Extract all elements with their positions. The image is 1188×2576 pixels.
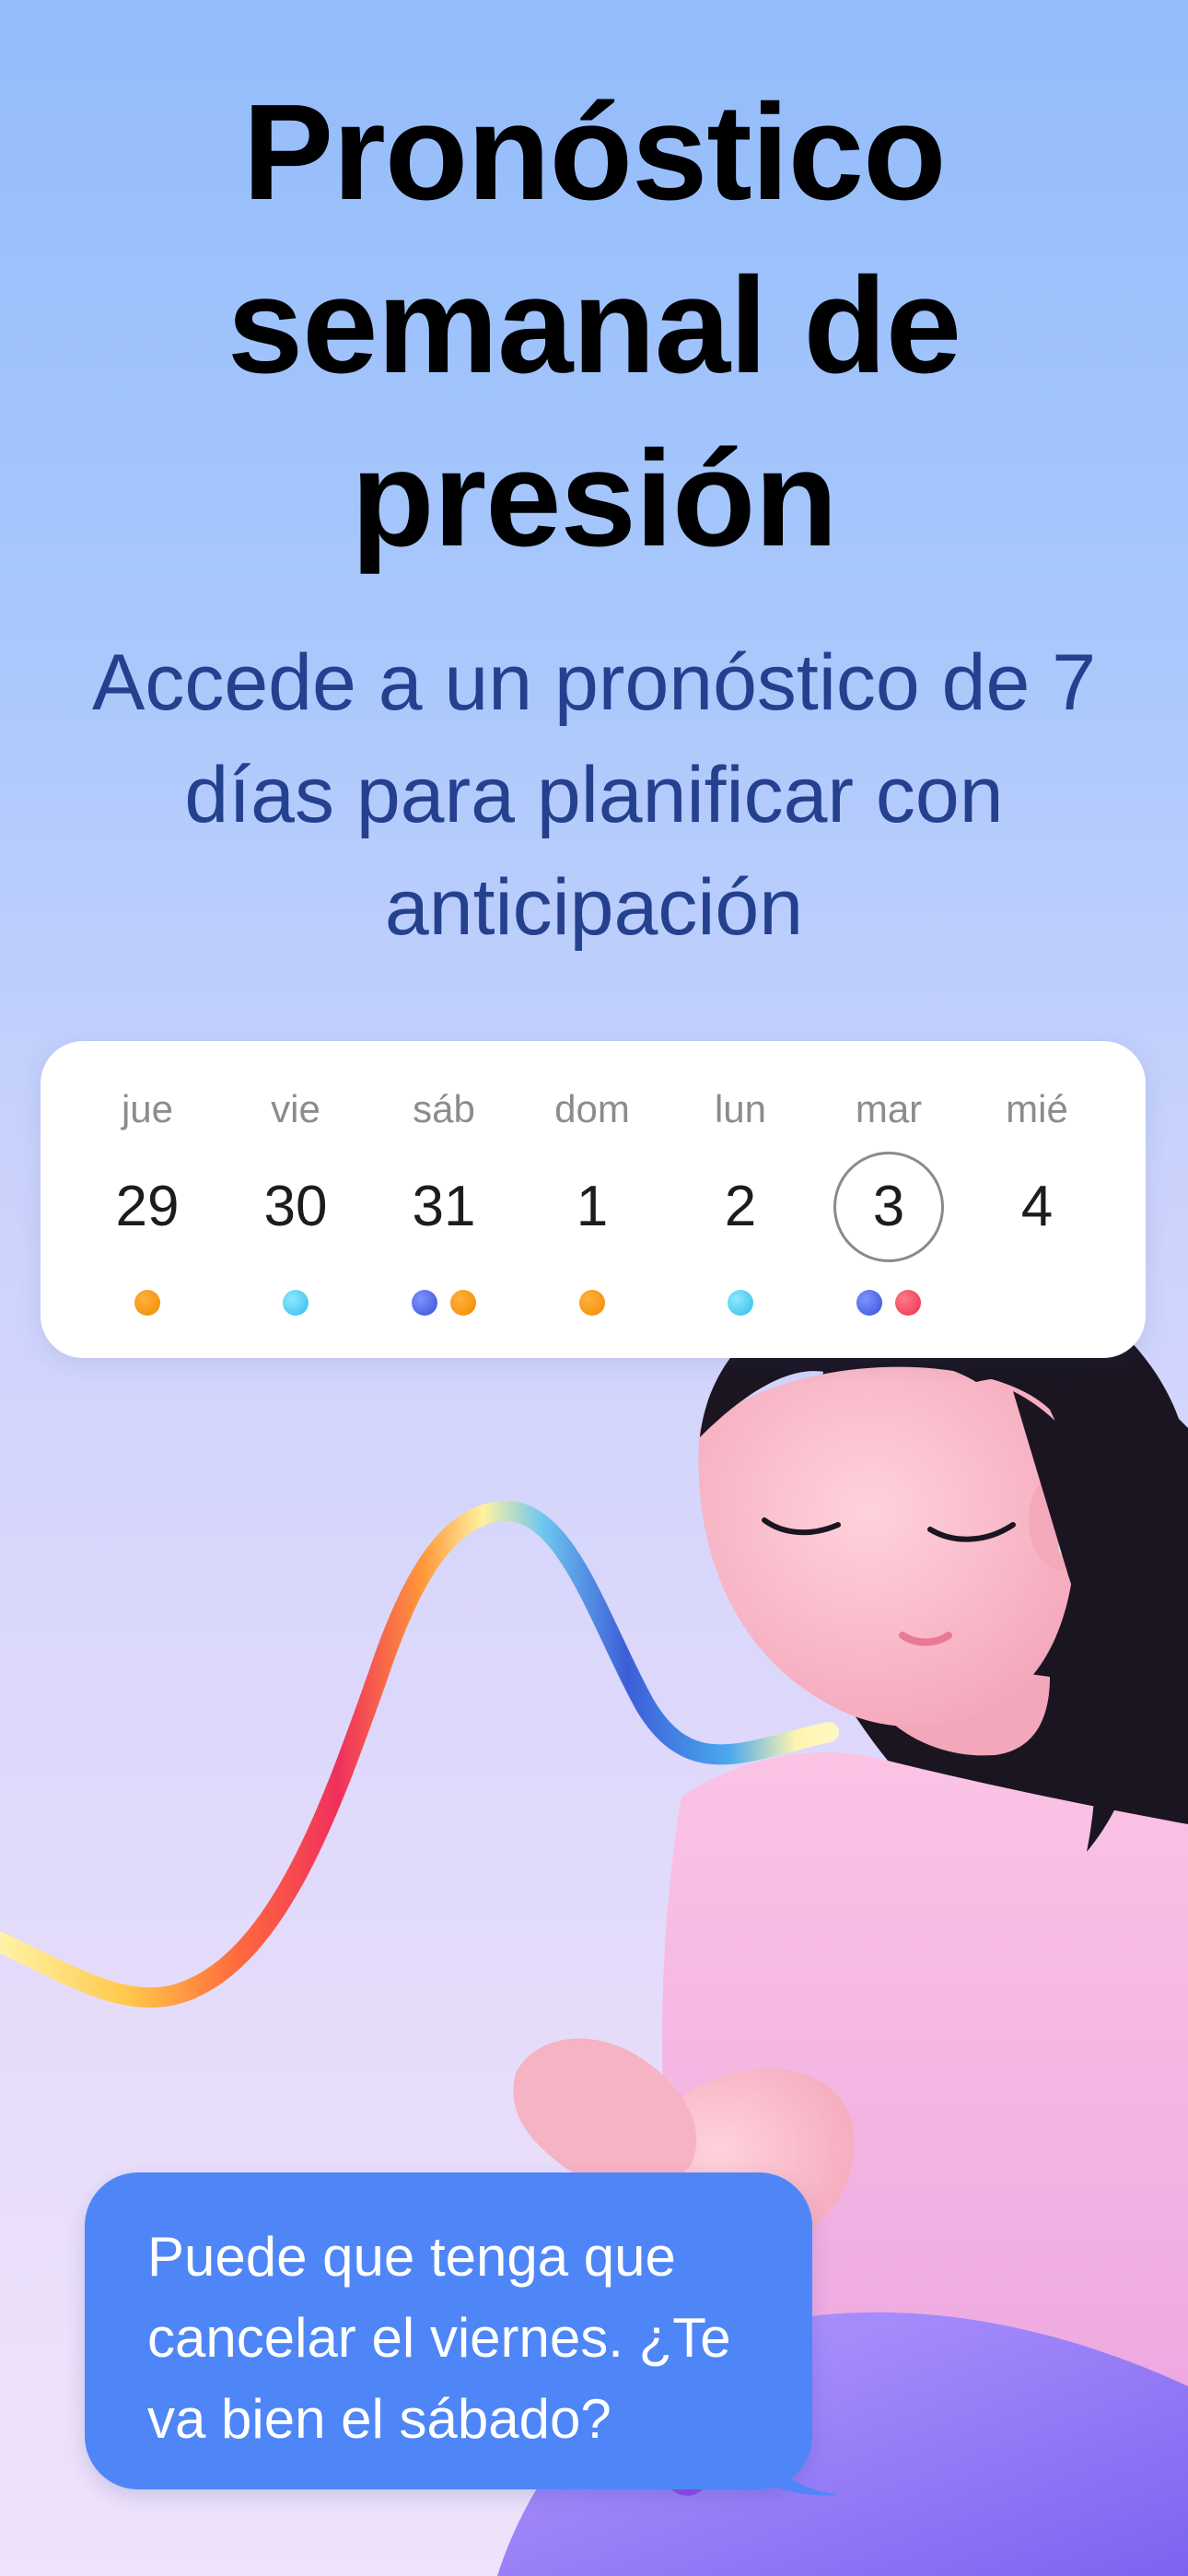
orange-pressure-dot xyxy=(450,1290,476,1316)
day-number: 29 xyxy=(115,1175,180,1238)
orange-pressure-dot xyxy=(134,1290,160,1316)
pressure-indicators xyxy=(74,1290,221,1316)
day-number-selected: 3 xyxy=(833,1152,944,1262)
day-number: 30 xyxy=(263,1175,328,1238)
pressure-indicators xyxy=(518,1290,666,1316)
day-number: 4 xyxy=(1020,1175,1054,1238)
orange-pressure-dot xyxy=(579,1290,605,1316)
day-name: lun xyxy=(714,1087,767,1130)
red-pressure-dot xyxy=(895,1290,921,1316)
calendar-day[interactable]: vie 30 xyxy=(222,1041,369,1358)
day-number: 1 xyxy=(576,1175,609,1238)
day-name: jue xyxy=(121,1087,174,1130)
pressure-indicators xyxy=(815,1290,962,1316)
chat-message-text: Puede que tenga que cancelar el viernes.… xyxy=(147,2226,731,2450)
blue-pressure-dot xyxy=(856,1290,882,1316)
calendar-day[interactable]: jue 29 xyxy=(74,1041,221,1358)
weekly-calendar: jue 29 vie 30 sáb 31 dom 1 lun 2 mar 3 m… xyxy=(41,1041,1146,1358)
day-number: 31 xyxy=(412,1175,476,1238)
chat-message-bubble: Puede que tenga que cancelar el viernes.… xyxy=(85,2172,812,2489)
cyan-pressure-dot xyxy=(283,1290,309,1316)
pressure-indicators xyxy=(222,1290,369,1316)
day-name: vie xyxy=(271,1087,320,1130)
bubble-tail xyxy=(764,2441,838,2496)
calendar-day[interactable]: sáb 31 xyxy=(370,1041,518,1358)
blue-pressure-dot xyxy=(412,1290,437,1316)
calendar-day[interactable]: dom 1 xyxy=(518,1041,666,1358)
pressure-indicators xyxy=(370,1290,518,1316)
day-name: dom xyxy=(554,1087,630,1130)
calendar-day[interactable]: mié 4 xyxy=(963,1041,1111,1358)
pressure-indicators xyxy=(667,1290,814,1316)
cyan-pressure-dot xyxy=(728,1290,753,1316)
calendar-day[interactable]: lun 2 xyxy=(667,1041,814,1358)
day-name: sáb xyxy=(413,1087,475,1130)
page-subtitle: Accede a un pronóstico de 7 días para pl… xyxy=(91,638,1097,952)
page-title: Pronóstico semanal de presión xyxy=(227,76,961,575)
day-name: mar xyxy=(855,1087,923,1130)
day-name: mié xyxy=(1006,1087,1068,1130)
calendar-day-selected[interactable]: mar 3 xyxy=(815,1041,962,1358)
day-number: 2 xyxy=(724,1175,757,1238)
